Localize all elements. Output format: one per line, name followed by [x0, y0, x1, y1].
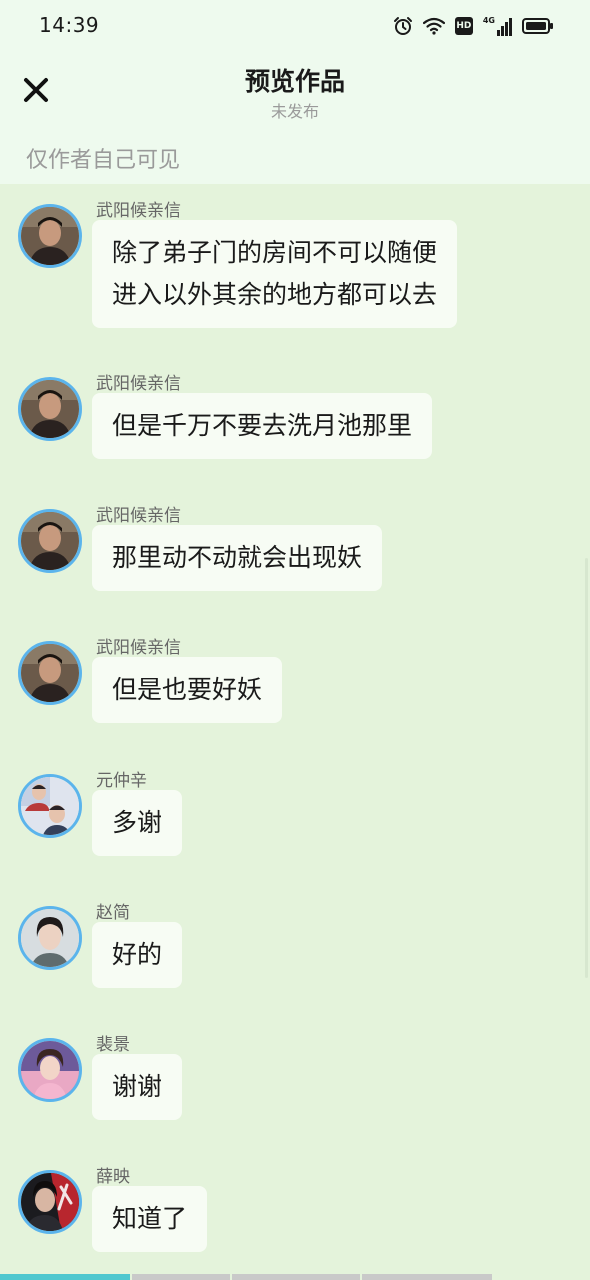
- alarm-icon: [393, 16, 413, 36]
- progress-segment: [232, 1274, 360, 1280]
- sender-name: 赵简: [96, 903, 130, 923]
- avatar[interactable]: [18, 377, 82, 441]
- message-bubble[interactable]: 除了弟子门的房间不可以随便 进入以外其余的地方都可以去: [92, 220, 458, 328]
- progress-segment: [132, 1274, 230, 1280]
- sender-name: 裴景: [96, 1035, 130, 1055]
- avatar[interactable]: [18, 906, 82, 970]
- sender-name: 武阳候亲信: [96, 506, 181, 526]
- 4g-signal-icon: 4G: [483, 16, 512, 36]
- status-time: 14:39: [39, 13, 100, 37]
- avatar[interactable]: [18, 204, 82, 268]
- sender-name: 薛映: [96, 1167, 130, 1187]
- battery-icon: [522, 17, 554, 35]
- wifi-icon: [422, 17, 445, 35]
- page-title: 预览作品: [244, 67, 345, 96]
- avatar[interactable]: [18, 641, 82, 705]
- publish-status: 未发布: [270, 102, 319, 121]
- visibility-note: 仅作者自己可见: [26, 148, 181, 173]
- message-bubble[interactable]: 好的: [92, 922, 183, 988]
- sender-name: 武阳候亲信: [96, 638, 181, 658]
- progress-segment: [0, 1274, 130, 1280]
- message-bubble[interactable]: 知道了: [92, 1186, 208, 1252]
- story-progress-bar: [0, 1274, 590, 1280]
- message-bubble[interactable]: 谢谢: [92, 1054, 183, 1120]
- avatar[interactable]: [18, 1170, 82, 1234]
- avatar[interactable]: [18, 509, 82, 573]
- avatar[interactable]: [18, 774, 82, 838]
- scrollbar[interactable]: [585, 558, 588, 978]
- progress-fill: [0, 1274, 130, 1280]
- message-bubble[interactable]: 但是也要好妖: [92, 657, 283, 723]
- hd-icon: HD: [454, 17, 473, 35]
- hd-label: HD: [456, 21, 472, 31]
- status-bar: 14:39 HD 4G: [0, 0, 590, 52]
- avatar[interactable]: [18, 1038, 82, 1102]
- message-bubble[interactable]: 多谢: [92, 790, 183, 856]
- network-label: 4G: [482, 16, 495, 25]
- header: 预览作品 未发布 仅作者自己可见: [0, 52, 590, 184]
- sender-name: 元仲辛: [96, 771, 147, 791]
- progress-segment: [362, 1274, 492, 1280]
- sender-name: 武阳候亲信: [96, 201, 181, 221]
- sender-name: 武阳候亲信: [96, 374, 181, 394]
- chat-list[interactable]: 武阳候亲信 除了弟子门的房间不可以随便 进入以外其余的地方都可以去 武阳候亲信 …: [0, 184, 590, 1280]
- message-bubble[interactable]: 但是千万不要去洗月池那里: [92, 393, 433, 459]
- status-icons: HD 4G: [393, 14, 554, 38]
- message-bubble[interactable]: 那里动不动就会出现妖: [92, 525, 383, 591]
